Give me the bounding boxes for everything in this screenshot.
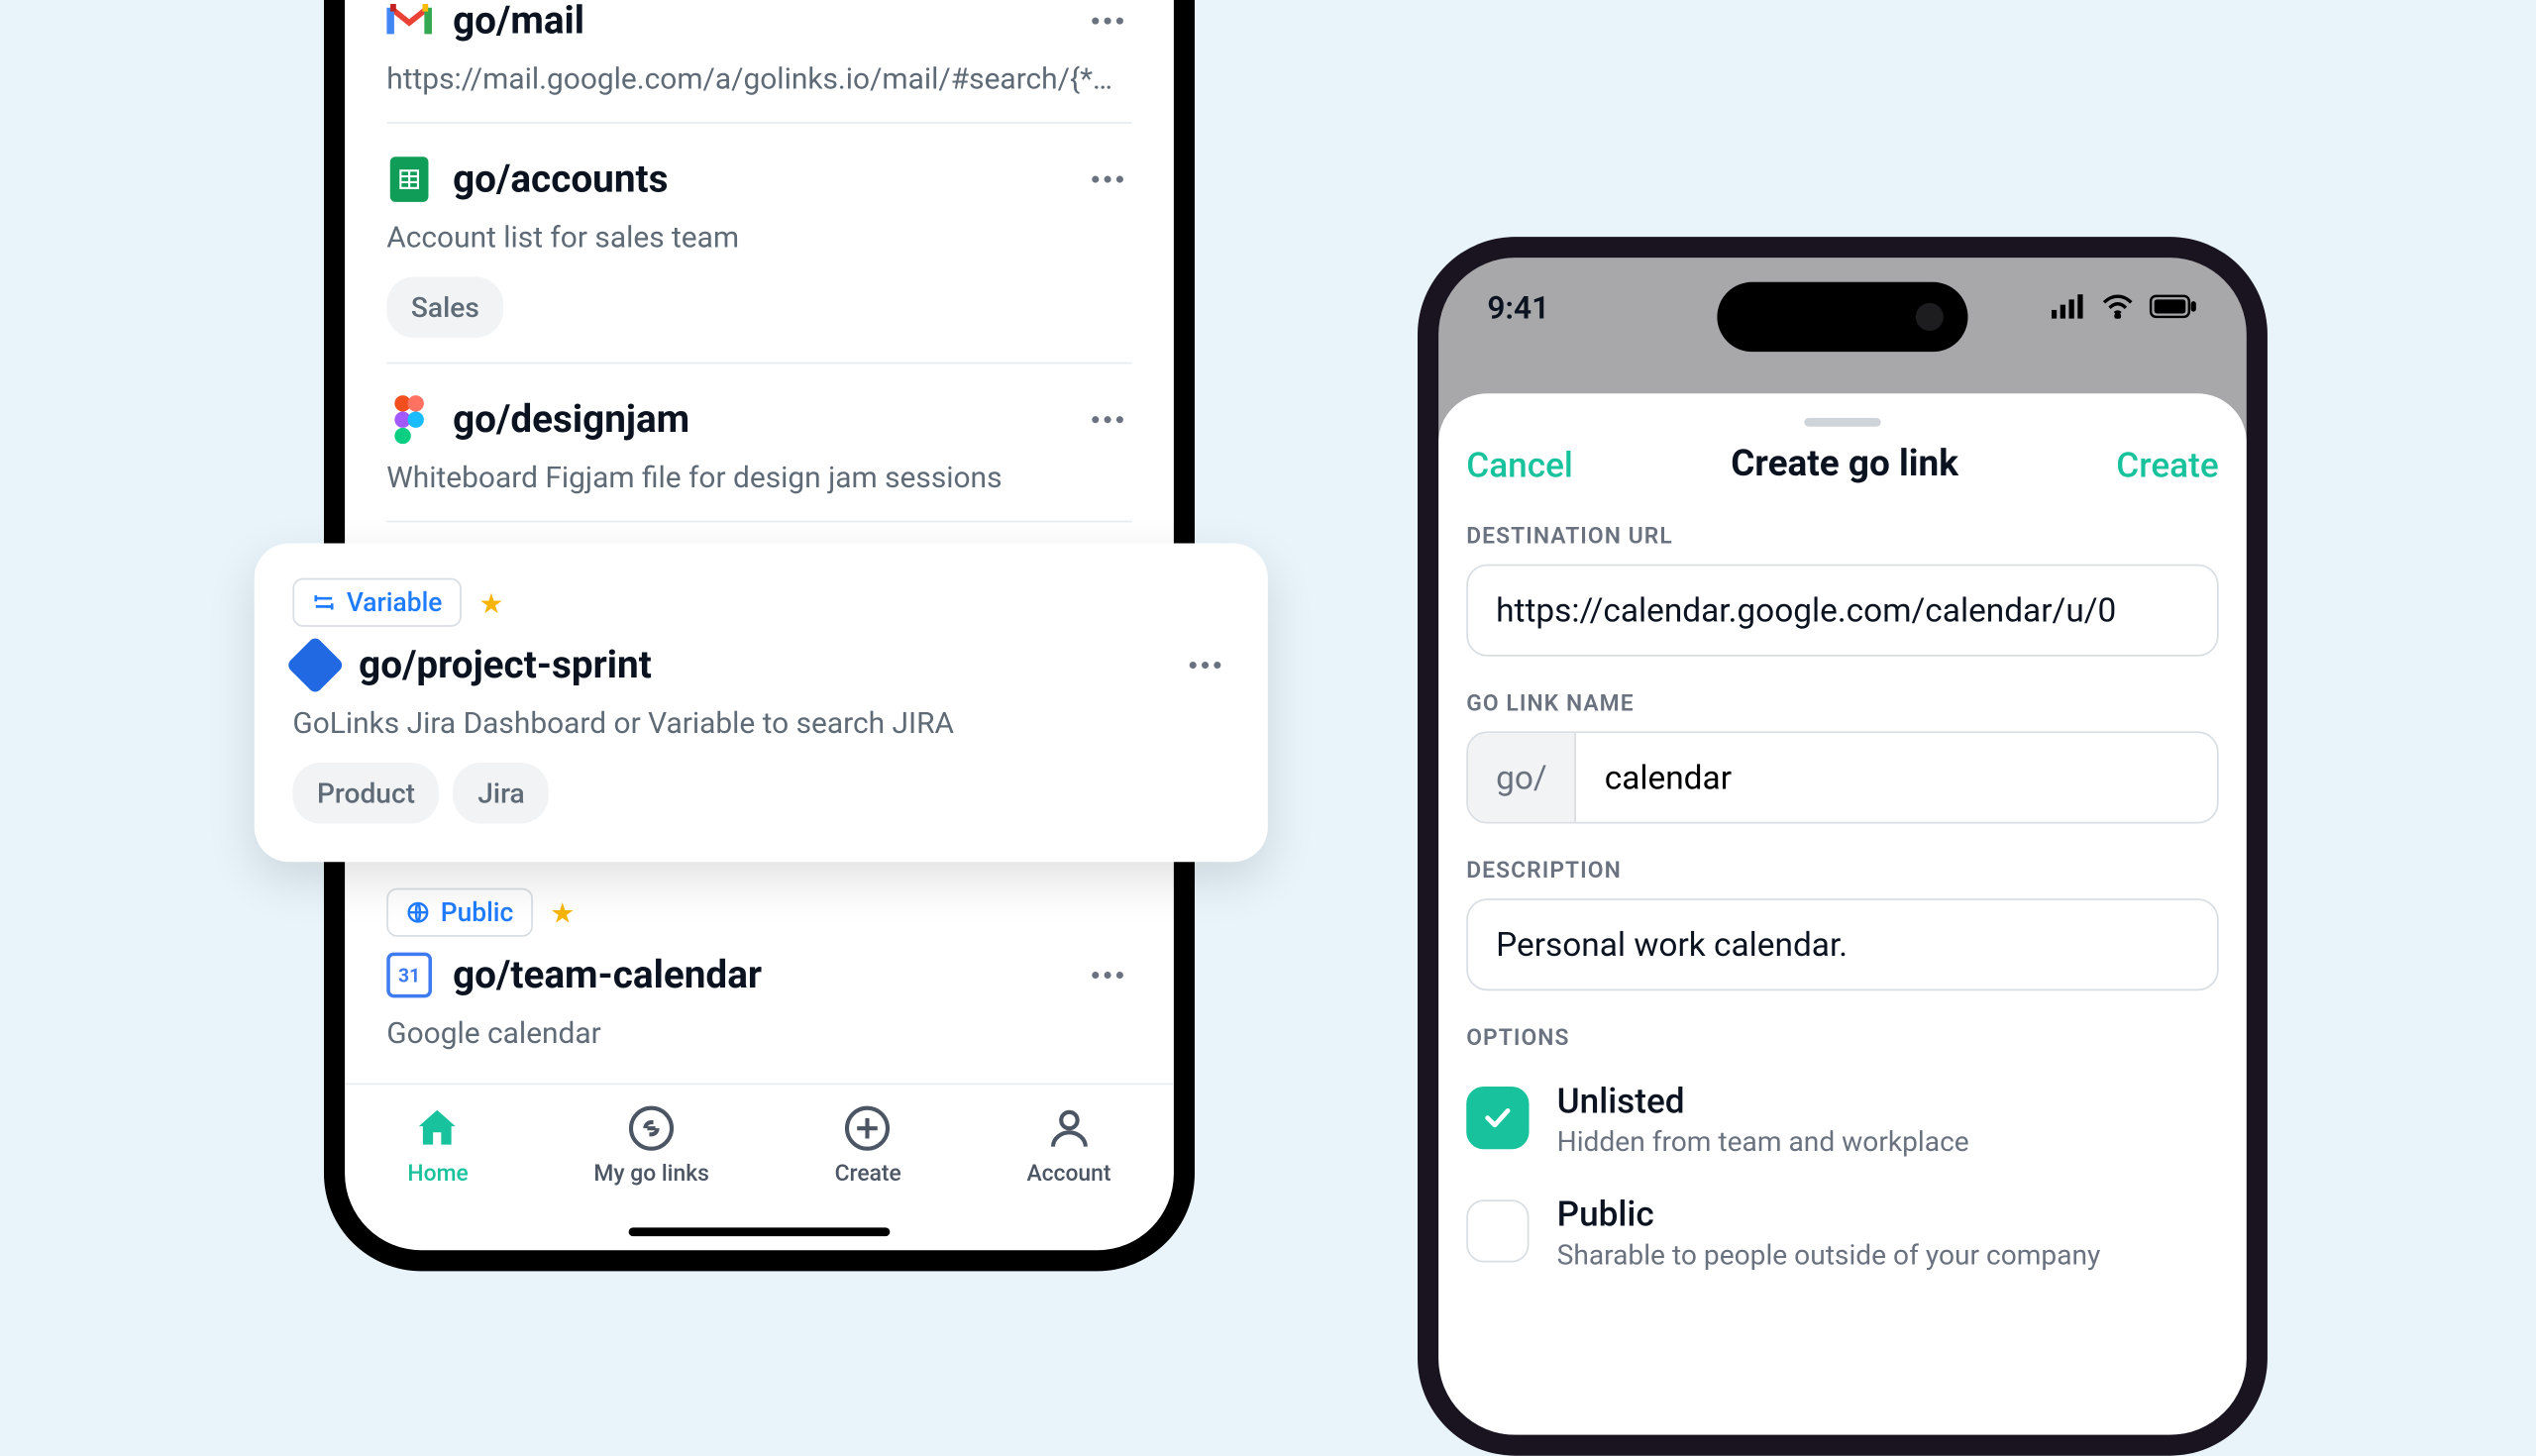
tab-create[interactable]: Create [835, 1102, 901, 1188]
tag[interactable]: Sales [386, 277, 503, 339]
create-button[interactable]: Create [2116, 444, 2218, 485]
tab-account[interactable]: Account [1026, 1102, 1110, 1188]
tab-label: Home [407, 1162, 468, 1188]
option-title: Public [1557, 1193, 2101, 1234]
list-item[interactable]: go/accounts Account list for sales team … [386, 124, 1131, 364]
more-icon[interactable] [1083, 0, 1131, 46]
badge-label: Public [441, 896, 514, 928]
tab-bar: Home My go links Create Account [345, 1083, 1174, 1250]
sheet-grabber[interactable] [1804, 418, 1880, 427]
option-unlisted[interactable]: Unlisted Hidden from team and workplace [1466, 1066, 2218, 1179]
more-icon[interactable] [1083, 951, 1131, 999]
public-badge: Public [386, 888, 532, 937]
row-title: go/project-sprint [359, 644, 1160, 687]
screen-right: 9:41 Cancel Create go link Create DESTIN… [1438, 258, 2247, 1434]
list-item[interactable]: Public ★ 31 go/team-calendar Google cal [386, 857, 1131, 1077]
tab-label: Account [1026, 1162, 1110, 1188]
wifi-icon [2100, 291, 2135, 324]
row-subtitle: https://mail.google.com/a/golinks.io/mai… [386, 62, 1131, 97]
more-icon[interactable] [1083, 395, 1131, 444]
sheets-icon [386, 156, 432, 202]
row-title: go/mail [453, 0, 1062, 43]
home-indicator [629, 1227, 891, 1236]
golink-name-field[interactable]: go/ calendar [1466, 731, 2218, 823]
star-icon[interactable]: ★ [478, 586, 503, 619]
checkbox-public[interactable] [1466, 1199, 1529, 1262]
prefix: go/ [1468, 733, 1577, 822]
star-icon[interactable]: ★ [550, 895, 575, 928]
phone-right: 9:41 Cancel Create go link Create DESTIN… [1418, 237, 2268, 1456]
destination-url-field[interactable]: https://calendar.google.com/calendar/u/0 [1466, 565, 2218, 657]
label-name: GO LINK NAME [1466, 691, 2218, 717]
gmail-icon [386, 0, 432, 44]
tag[interactable]: Product [292, 763, 439, 824]
row-title: go/team-calendar [453, 954, 1062, 997]
checkbox-unlisted[interactable] [1466, 1087, 1529, 1149]
sheet-title: Create go link [1731, 444, 1958, 485]
more-icon[interactable] [1083, 155, 1131, 203]
tag[interactable]: Jira [454, 763, 550, 824]
badge-label: Variable [347, 586, 443, 618]
golinks-list: go/mail https://mail.google.com/a/golink… [345, 0, 1174, 1083]
row-subtitle: Account list for sales team [386, 221, 1131, 256]
row-subtitle: Google calendar [386, 1017, 1131, 1052]
battery-icon [2149, 291, 2197, 324]
link-icon [625, 1102, 678, 1155]
create-sheet: Cancel Create go link Create DESTINATION… [1438, 393, 2247, 1434]
jira-icon [292, 643, 338, 688]
cancel-button[interactable]: Cancel [1466, 444, 1573, 485]
status-time: 9:41 [1487, 290, 1549, 327]
row-subtitle: Whiteboard Figjam file for design jam se… [386, 462, 1131, 496]
list-item[interactable]: go/designjam Whiteboard Figjam file for … [386, 364, 1131, 522]
tab-home[interactable]: Home [407, 1102, 468, 1188]
gcal-icon: 31 [386, 953, 432, 998]
name-value[interactable]: calendar [1577, 733, 2217, 822]
plus-icon [842, 1102, 895, 1155]
tab-label: My go links [593, 1162, 709, 1188]
more-icon[interactable] [1181, 641, 1229, 689]
option-subtitle: Hidden from team and workplace [1557, 1125, 1969, 1158]
home-icon [412, 1102, 465, 1155]
tab-label: Create [835, 1162, 901, 1188]
label-destination: DESTINATION URL [1466, 524, 2218, 550]
description-field[interactable]: Personal work calendar. [1466, 898, 2218, 990]
label-options: OPTIONS [1466, 1025, 2218, 1051]
row-title: go/accounts [453, 157, 1062, 201]
variable-badge: Variable [292, 578, 461, 627]
account-icon [1043, 1102, 1096, 1155]
option-subtitle: Sharable to people outside of your compa… [1557, 1238, 2101, 1271]
dynamic-island [1717, 282, 1967, 352]
list-item[interactable]: go/mail https://mail.google.com/a/golink… [386, 0, 1131, 124]
tab-mylinks[interactable]: My go links [593, 1102, 709, 1188]
cellular-icon [2052, 291, 2086, 324]
label-description: DESCRIPTION [1466, 859, 2218, 884]
figma-icon [386, 397, 432, 443]
option-public[interactable]: Public Sharable to people outside of you… [1466, 1179, 2218, 1292]
option-title: Unlisted [1557, 1080, 1969, 1121]
row-subtitle: GoLinks Jira Dashboard or Variable to se… [292, 707, 1229, 742]
row-title: go/designjam [453, 398, 1062, 442]
floating-card[interactable]: Variable ★ go/project-sprint GoLinks Jir… [255, 543, 1268, 862]
